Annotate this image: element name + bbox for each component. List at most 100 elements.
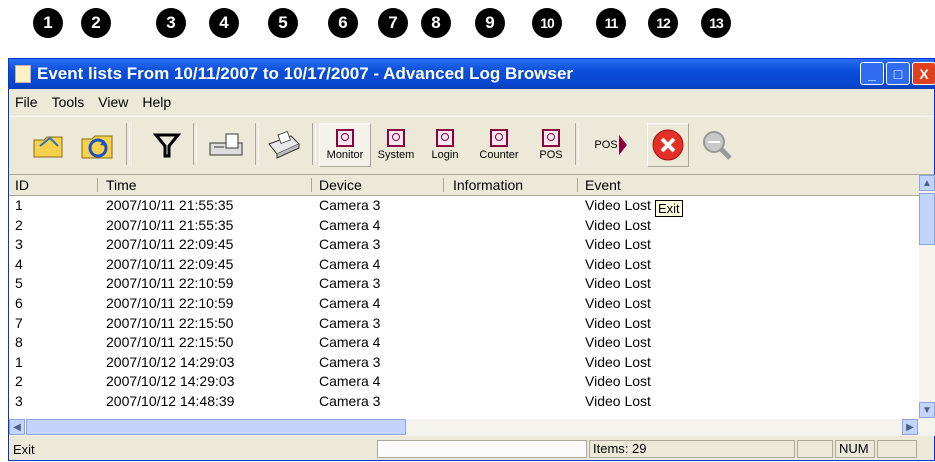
status-panel-empty [877,440,917,458]
column-divider[interactable] [97,178,98,192]
filter-button[interactable] [149,123,185,167]
table-row[interactable]: 1 2007/10/12 14:29:03 Camera 3 Video Lost [9,353,919,372]
refresh-button[interactable] [78,123,118,167]
counter-button[interactable]: Counter [475,123,523,167]
cell-event: Video Lost [585,314,651,331]
cell-id: 1 [15,353,23,370]
column-divider[interactable] [443,178,444,192]
cell-device: Camera 3 [319,314,381,331]
export-icon [209,133,243,156]
cell-id: 5 [15,275,23,292]
pos-record-icon [542,129,560,147]
toolbar-separator [193,123,197,165]
cell-device: Camera 4 [319,373,381,390]
cell-time: 2007/10/11 22:15:50 [106,314,234,331]
menu-help[interactable]: Help [142,94,171,110]
menu-tools[interactable]: Tools [52,94,85,110]
toolbar-separator [312,123,316,165]
scroll-down-button[interactable]: ▼ [919,402,935,418]
table-row[interactable]: 2 2007/10/11 21:55:35 Camera 4 Video Lost [9,216,919,235]
callout-5: 5 [268,8,298,38]
filter-icon [153,133,181,158]
exit-button[interactable] [647,123,689,167]
export-button[interactable] [204,123,248,167]
menu-file[interactable]: File [15,94,38,110]
pos-forward-button[interactable]: POS [587,123,635,167]
scroll-left-button[interactable]: ◀ [9,419,25,435]
cell-id: 3 [15,393,23,409]
table-row[interactable]: 4 2007/10/11 22:09:45 Camera 4 Video Lost [9,255,919,274]
system-button[interactable]: System [374,123,418,167]
open-button[interactable] [31,123,67,167]
column-time[interactable]: Time [106,177,137,193]
monitor-button[interactable]: Monitor [319,123,371,167]
table-row[interactable]: 8 2007/10/11 22:15:50 Camera 4 Video Lost [9,333,919,352]
table-row[interactable]: 2 2007/10/12 14:29:03 Camera 4 Video Lost [9,372,919,391]
cell-time: 2007/10/11 21:55:35 [106,216,234,233]
scroll-right-button[interactable]: ▶ [902,419,918,435]
toolbar: Monitor System Login Counter POS POS [9,116,934,175]
pos-arrow-icon [618,135,627,155]
cell-id: 3 [15,236,23,253]
cell-time: 2007/10/12 14:29:03 [106,373,235,390]
close-button[interactable]: X [912,62,935,85]
event-list[interactable]: ID Time Device Information Event 1 2007/1… [9,175,919,419]
pos-button[interactable]: POS [535,123,567,167]
app-icon [15,65,31,83]
cell-id: 1 [15,197,23,213]
menu-view[interactable]: View [98,94,128,110]
title-bar[interactable]: Event lists From 10/11/2007 to 10/17/200… [9,59,935,89]
cell-event: Video Lost [585,275,651,292]
cell-event: Video Lost [585,255,651,272]
cell-device: Camera 4 [319,255,381,272]
cell-id: 7 [15,314,23,331]
column-information[interactable]: Information [453,177,523,193]
cell-time: 2007/10/11 21:55:35 [106,197,234,213]
cell-id: 2 [15,373,23,390]
column-divider[interactable] [577,178,578,192]
table-row[interactable]: 5 2007/10/11 22:10:59 Camera 3 Video Lost [9,274,919,293]
horizontal-scroll-thumb[interactable] [26,419,406,435]
print-button[interactable] [263,123,305,167]
toolbar-separator [126,123,130,165]
column-divider[interactable] [311,178,312,192]
exit-icon [652,129,684,161]
cell-event: Video Lost [585,295,651,311]
pos-forward-label: POS [594,139,618,151]
horizontal-scrollbar[interactable]: ◀ ▶ [9,419,935,436]
callout-1: 1 [33,8,63,38]
cell-time: 2007/10/11 22:10:59 [106,295,234,311]
table-row[interactable]: 3 2007/10/12 14:48:39 Camera 3 Video Lost [9,392,919,411]
progress-panel [377,440,587,458]
column-device[interactable]: Device [319,177,362,193]
cell-id: 4 [15,255,23,272]
maximize-button[interactable]: □ [886,62,910,85]
table-row[interactable]: 6 2007/10/11 22:10:59 Camera 4 Video Lost [9,294,919,313]
cell-device: Camera 3 [319,197,381,213]
table-row[interactable]: 7 2007/10/11 22:15:50 Camera 3 Video Lost [9,314,919,333]
cell-time: 2007/10/11 22:15:50 [106,334,234,351]
column-id[interactable]: ID [15,177,29,193]
table-row[interactable]: 1 2007/10/11 21:55:35 Camera 3 Video Lost [9,196,919,215]
scroll-up-button[interactable]: ▲ [919,175,935,191]
callout-12: 12 [648,8,678,38]
table-header: ID Time Device Information Event [9,175,919,196]
monitor-label: Monitor [326,149,364,161]
cell-time: 2007/10/12 14:29:03 [106,353,235,370]
minimize-button[interactable]: _ [860,62,884,85]
window-title: Event lists From 10/11/2007 to 10/17/200… [37,64,574,83]
scroll-thumb[interactable] [919,193,935,245]
cell-time: 2007/10/11 22:09:45 [106,236,234,253]
callout-13: 13 [701,8,731,38]
pos-label: POS [539,149,563,161]
vertical-scrollbar[interactable]: ▲ ▼ [919,175,935,419]
num-lock-indicator: NUM [835,440,875,458]
cell-device: Camera 3 [319,353,381,370]
column-event[interactable]: Event [585,177,621,193]
login-button[interactable]: Login [427,123,463,167]
cell-id: 6 [15,295,23,311]
status-bar: Exit Items: 29 NUM [9,437,935,462]
table-row[interactable]: 3 2007/10/11 22:09:45 Camera 3 Video Lost [9,235,919,254]
cell-device: Camera 4 [319,295,381,311]
counter-label: Counter [479,149,519,161]
